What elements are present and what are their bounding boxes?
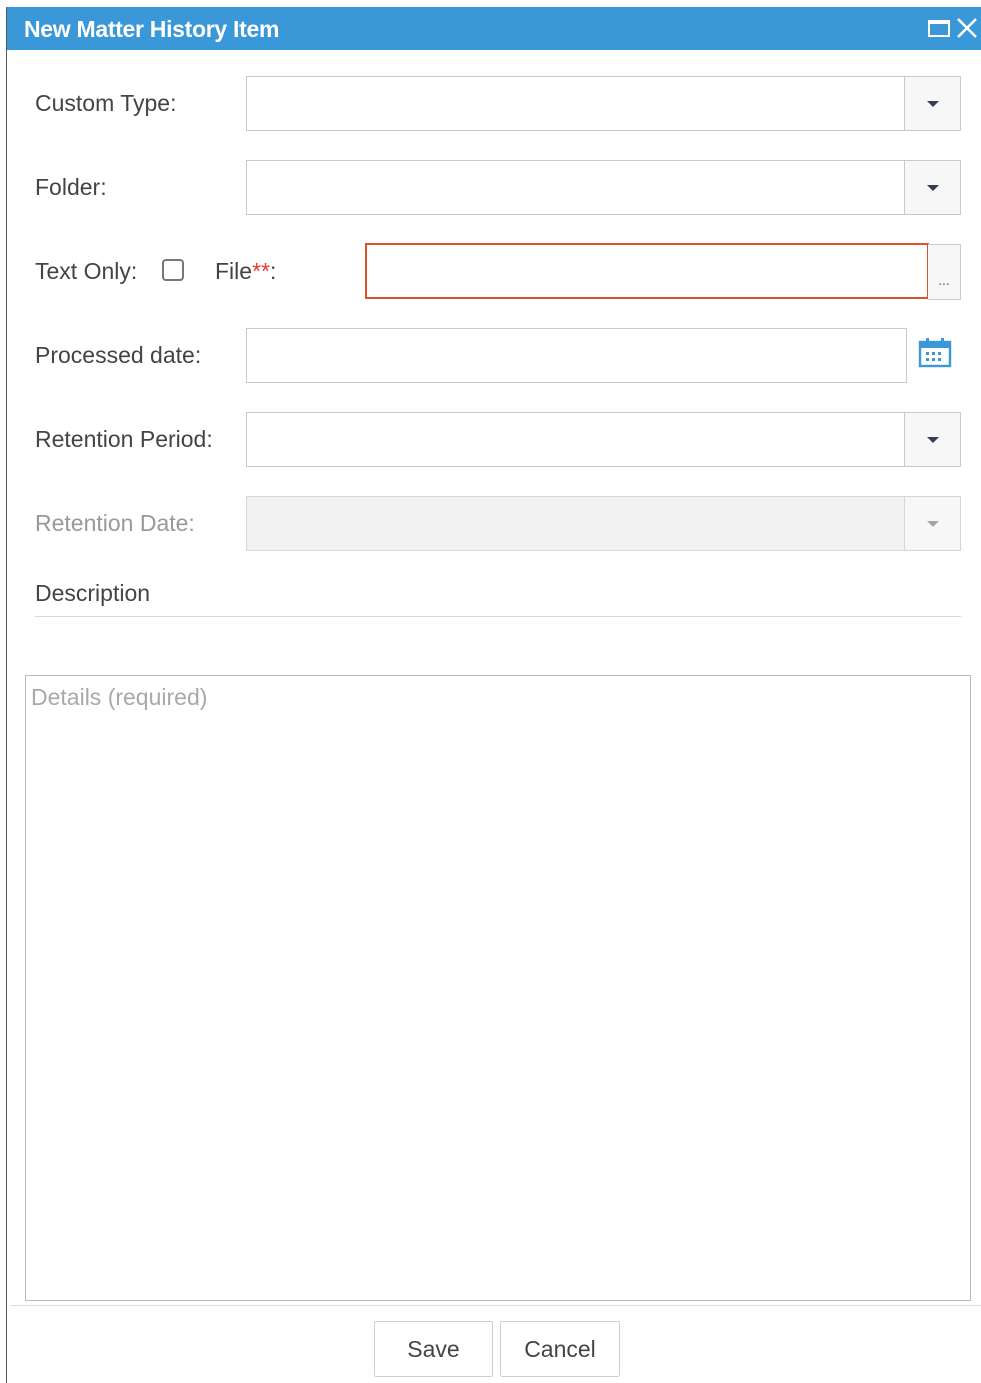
custom-type-label: Custom Type: (35, 90, 177, 116)
processed-date-label: Processed date: (35, 342, 202, 368)
browse-file-button[interactable]: ... (928, 244, 961, 300)
retention-date-field (246, 496, 905, 551)
title-bar[interactable]: New Matter History Item (7, 7, 981, 50)
text-only-label: Text Only: (35, 258, 138, 284)
custom-type-field[interactable] (246, 76, 905, 131)
chevron-down-icon (926, 100, 939, 107)
dialog-title: New Matter History Item (24, 16, 280, 42)
custom-type-input[interactable] (247, 77, 904, 130)
retention-date-label: Retention Date: (35, 510, 195, 536)
details-textarea-container[interactable] (25, 675, 971, 1301)
processed-date-input[interactable] (247, 329, 906, 382)
folder-input[interactable] (247, 161, 904, 214)
divider (35, 616, 961, 617)
maximize-icon[interactable] (927, 15, 951, 41)
folder-dropdown-button[interactable] (904, 160, 961, 215)
new-matter-history-dialog: New Matter History Item Custom Type: Fol… (6, 7, 981, 1383)
custom-type-dropdown-button[interactable] (904, 76, 961, 131)
retention-period-dropdown-button[interactable] (904, 412, 961, 467)
file-label-suffix: : (269, 258, 277, 284)
cancel-button[interactable]: Cancel (500, 1321, 620, 1377)
footer-divider (10, 1305, 981, 1306)
processed-date-field[interactable] (246, 328, 907, 383)
calendar-icon[interactable] (918, 337, 952, 369)
folder-field[interactable] (246, 160, 905, 215)
file-label-text: File (215, 258, 253, 284)
retention-date-input (247, 497, 904, 550)
save-button[interactable]: Save (374, 1321, 493, 1377)
file-input[interactable] (367, 245, 927, 297)
file-label: File**: (215, 258, 276, 285)
chevron-down-icon (926, 436, 939, 443)
text-only-checkbox[interactable] (162, 259, 184, 281)
retention-period-field[interactable] (246, 412, 905, 467)
file-field[interactable] (365, 243, 929, 299)
retention-period-input[interactable] (247, 413, 904, 466)
description-heading: Description (35, 580, 151, 606)
chevron-down-icon (926, 184, 939, 191)
folder-label: Folder: (35, 174, 107, 200)
details-textarea[interactable] (26, 676, 970, 1300)
retention-date-dropdown-button (904, 496, 961, 551)
required-mark: ** (252, 258, 270, 284)
chevron-down-icon (926, 520, 939, 527)
retention-period-label: Retention Period: (35, 426, 213, 452)
close-icon[interactable] (955, 15, 979, 41)
